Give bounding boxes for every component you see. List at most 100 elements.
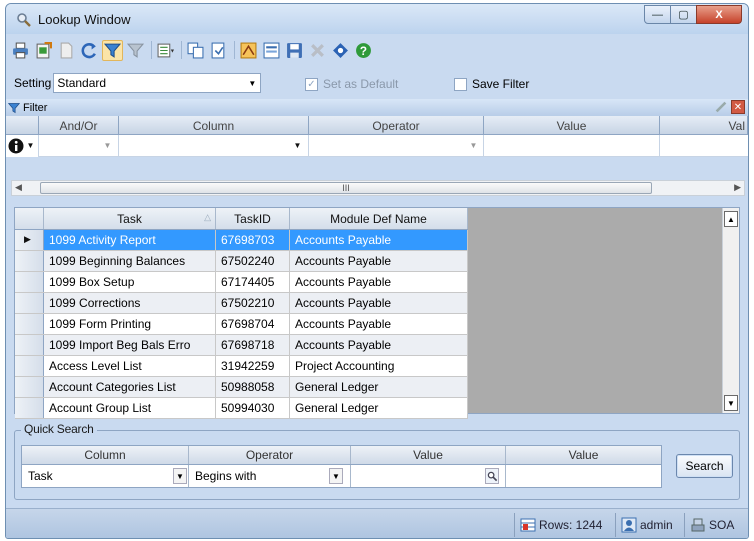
row-selector[interactable] <box>15 356 44 376</box>
new-icon[interactable] <box>56 40 77 61</box>
cell-task[interactable]: 1099 Corrections <box>44 293 216 313</box>
search-icon[interactable] <box>485 468 499 484</box>
clear-filter-icon[interactable] <box>125 40 146 61</box>
chevron-down-icon[interactable]: ▼ <box>291 138 304 153</box>
qs-value-input[interactable] <box>351 465 506 487</box>
table-row[interactable]: 1099 Corrections 67502210 Accounts Payable <box>15 293 468 314</box>
cell-task[interactable]: Access Level List <box>44 356 216 376</box>
cell-task[interactable]: 1099 Import Beg Bals Erro <box>44 335 216 355</box>
cell-taskid[interactable]: 67698718 <box>216 335 290 355</box>
row-selector[interactable]: ▶ <box>15 230 44 250</box>
scroll-down-icon[interactable]: ▼ <box>724 395 738 411</box>
row-selector[interactable] <box>15 335 44 355</box>
cell-taskid[interactable]: 50994030 <box>216 398 290 418</box>
cell-module[interactable]: General Ledger <box>290 377 468 397</box>
filter-andor-cell[interactable]: ▼ <box>39 135 119 157</box>
checkbox-icon[interactable]: ✓ <box>305 77 318 91</box>
filter-col-column[interactable]: Column <box>119 116 309 135</box>
cell-module[interactable]: Accounts Payable <box>290 335 468 355</box>
help-icon[interactable]: ? <box>353 40 374 61</box>
filter-col-value[interactable]: Value <box>484 116 660 135</box>
table-row[interactable]: Account Categories List 50988058 General L… <box>15 377 468 398</box>
filter-icon[interactable] <box>102 39 123 61</box>
filter-value-cell[interactable] <box>484 135 660 157</box>
cell-module[interactable]: Accounts Payable <box>290 272 468 292</box>
minimize-button[interactable]: — <box>644 5 671 24</box>
save-filter-checkbox[interactable]: Save Filter <box>454 77 529 91</box>
copy-icon[interactable] <box>185 40 206 61</box>
print-icon[interactable] <box>10 40 31 61</box>
columns-icon[interactable] <box>155 40 176 61</box>
cell-taskid[interactable]: 67502240 <box>216 251 290 271</box>
horizontal-scrollbar[interactable]: ◀ III ▶ <box>11 180 745 196</box>
save-icon[interactable] <box>284 40 305 61</box>
maximize-button[interactable]: ▢ <box>670 5 697 24</box>
scroll-thumb[interactable]: III <box>40 182 652 194</box>
checkbox-icon[interactable] <box>454 77 467 91</box>
vertical-scrollbar[interactable]: ▲ ▼ <box>722 208 739 413</box>
cell-taskid[interactable]: 67698703 <box>216 230 290 250</box>
filter-operator-cell[interactable]: ▼ <box>309 135 484 157</box>
title-bar[interactable]: Lookup Window — ▢ X <box>6 4 748 34</box>
table-row[interactable]: 1099 Form Printing 67698704 Accounts Payab… <box>15 314 468 335</box>
cell-taskid[interactable]: 67174405 <box>216 272 290 292</box>
cell-taskid[interactable]: 31942259 <box>216 356 290 376</box>
scroll-right-icon[interactable]: ▶ <box>734 182 741 193</box>
export-icon[interactable] <box>33 40 54 61</box>
chevron-down-icon[interactable]: ▼ <box>246 74 258 92</box>
cell-module[interactable]: Accounts Payable <box>290 314 468 334</box>
cell-task[interactable]: Account Group List <box>44 398 216 418</box>
refresh-icon[interactable] <box>79 40 100 61</box>
cell-module[interactable]: Accounts Payable <box>290 293 468 313</box>
cell-task[interactable]: 1099 Form Printing <box>44 314 216 334</box>
cell-module[interactable]: Project Accounting <box>290 356 468 376</box>
close-icon[interactable]: ✕ <box>731 100 745 114</box>
clear-icon[interactable] <box>714 100 728 114</box>
table-row[interactable]: Account Group List 50994030 General Ledger <box>15 398 468 419</box>
set-as-default-checkbox[interactable]: ✓ Set as Default <box>305 77 398 91</box>
cell-module[interactable]: Accounts Payable <box>290 251 468 271</box>
report-icon[interactable] <box>238 40 259 61</box>
chevron-down-icon[interactable]: ▼ <box>101 138 114 153</box>
col-taskid[interactable]: TaskID <box>216 208 290 229</box>
table-row[interactable]: 1099 Import Beg Bals Erro 67698718 Account… <box>15 335 468 356</box>
row-selector[interactable] <box>15 272 44 292</box>
filter-col-value-2[interactable]: Val <box>660 116 748 135</box>
scroll-left-icon[interactable]: ◀ <box>15 182 22 193</box>
table-row[interactable]: 1099 Box Setup 67174405 Accounts Payable <box>15 272 468 293</box>
row-selector[interactable] <box>15 251 44 271</box>
cell-taskid[interactable]: 67502210 <box>216 293 290 313</box>
scroll-up-icon[interactable]: ▲ <box>724 211 738 227</box>
search-button[interactable]: Search <box>676 454 733 478</box>
navigate-icon[interactable] <box>330 40 351 61</box>
row-selector[interactable] <box>15 398 44 418</box>
cell-task[interactable]: 1099 Beginning Balances <box>44 251 216 271</box>
cell-task[interactable]: Account Categories List <box>44 377 216 397</box>
table-row[interactable]: 1099 Beginning Balances 67502240 Accounts … <box>15 251 468 272</box>
cell-taskid[interactable]: 67698704 <box>216 314 290 334</box>
copy-document-icon[interactable] <box>208 40 229 61</box>
setting-dropdown[interactable]: Standard ▼ <box>53 73 262 93</box>
chevron-down-icon[interactable]: ▼ <box>329 468 343 484</box>
cell-taskid[interactable]: 50988058 <box>216 377 290 397</box>
delete-icon[interactable] <box>307 40 328 61</box>
cell-task[interactable]: 1099 Activity Report <box>44 230 216 250</box>
qs-value-input-2[interactable] <box>506 465 661 487</box>
info-icon[interactable] <box>8 138 24 154</box>
filter-column-cell[interactable]: ▼ <box>119 135 309 157</box>
chevron-down-icon[interactable]: ▼ <box>173 468 187 484</box>
filter-col-operator[interactable]: Operator <box>309 116 484 135</box>
table-row[interactable]: ▶ 1099 Activity Report 67698703 Accounts Pa… <box>15 230 468 251</box>
qs-operator-select[interactable]: Begins with ▼ <box>189 465 351 487</box>
row-selector[interactable] <box>15 293 44 313</box>
chevron-down-icon[interactable]: ▼ <box>24 138 37 153</box>
close-button[interactable]: X <box>696 5 742 24</box>
chevron-down-icon[interactable]: ▼ <box>467 138 480 153</box>
table-row[interactable]: Access Level List 31942259 Project Account… <box>15 356 468 377</box>
layout-icon[interactable] <box>261 40 282 61</box>
filter-value-cell-2[interactable] <box>660 135 748 157</box>
filter-col-andor[interactable]: And/Or <box>39 116 119 135</box>
row-selector[interactable] <box>15 314 44 334</box>
cell-module[interactable]: Accounts Payable <box>290 230 468 250</box>
qs-column-select[interactable]: Task ▼ <box>22 465 189 487</box>
